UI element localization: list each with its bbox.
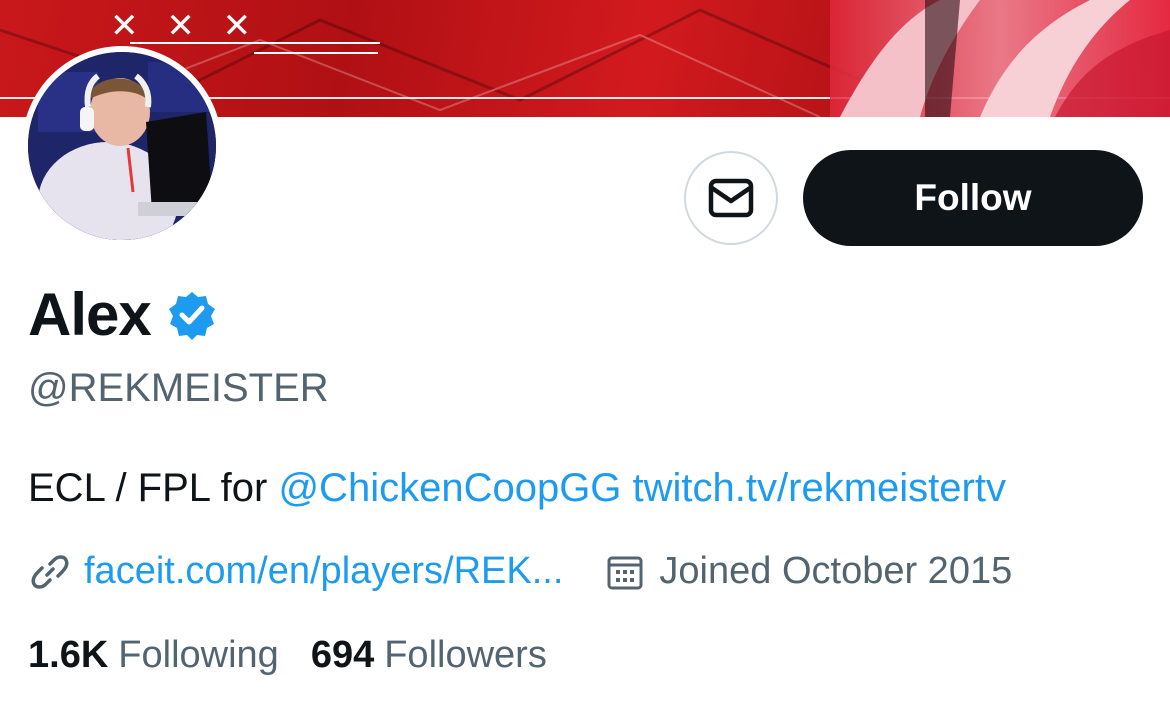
followers-label: Followers xyxy=(384,634,547,676)
avatar[interactable] xyxy=(22,46,222,246)
bio-text: ECL / FPL for xyxy=(28,466,279,510)
banner-artwork xyxy=(830,0,1170,117)
bio-mention-link[interactable]: @ChickenCoopGG xyxy=(278,466,621,510)
banner-stripe xyxy=(130,42,380,44)
following-stat[interactable]: 1.6K Following xyxy=(28,634,279,677)
bio-space xyxy=(621,466,632,510)
envelope-icon xyxy=(708,178,754,218)
verified-badge-icon[interactable] xyxy=(167,290,217,340)
profile-meta: faceit.com/en/players/REK... Joined Octo… xyxy=(30,550,1012,593)
link-icon xyxy=(31,554,69,589)
avatar-photo xyxy=(28,52,216,240)
name-row: Alex xyxy=(28,280,217,349)
follow-stats: 1.6K Following 694 Followers xyxy=(28,634,547,677)
username-handle: @REKMEISTER xyxy=(28,366,329,410)
website-link[interactable]: faceit.com/en/players/REK... xyxy=(84,550,563,593)
message-button[interactable] xyxy=(684,151,778,245)
bio-url-link[interactable]: twitch.tv/rekmeistertv xyxy=(633,466,1006,510)
calendar-icon xyxy=(607,556,643,589)
joined-date: Joined October 2015 xyxy=(659,550,1013,592)
follow-button[interactable]: Follow xyxy=(803,150,1143,246)
banner-x-marks: ✕ ✕ ✕ xyxy=(110,6,260,46)
banner-stripe xyxy=(254,52,378,54)
following-count: 1.6K xyxy=(28,634,109,676)
following-label: Following xyxy=(118,634,279,676)
profile-bio: ECL / FPL for @ChickenCoopGG twitch.tv/r… xyxy=(28,466,1006,511)
followers-stat[interactable]: 694 Followers xyxy=(311,634,547,677)
display-name: Alex xyxy=(28,281,152,348)
followers-count: 694 xyxy=(310,634,375,676)
